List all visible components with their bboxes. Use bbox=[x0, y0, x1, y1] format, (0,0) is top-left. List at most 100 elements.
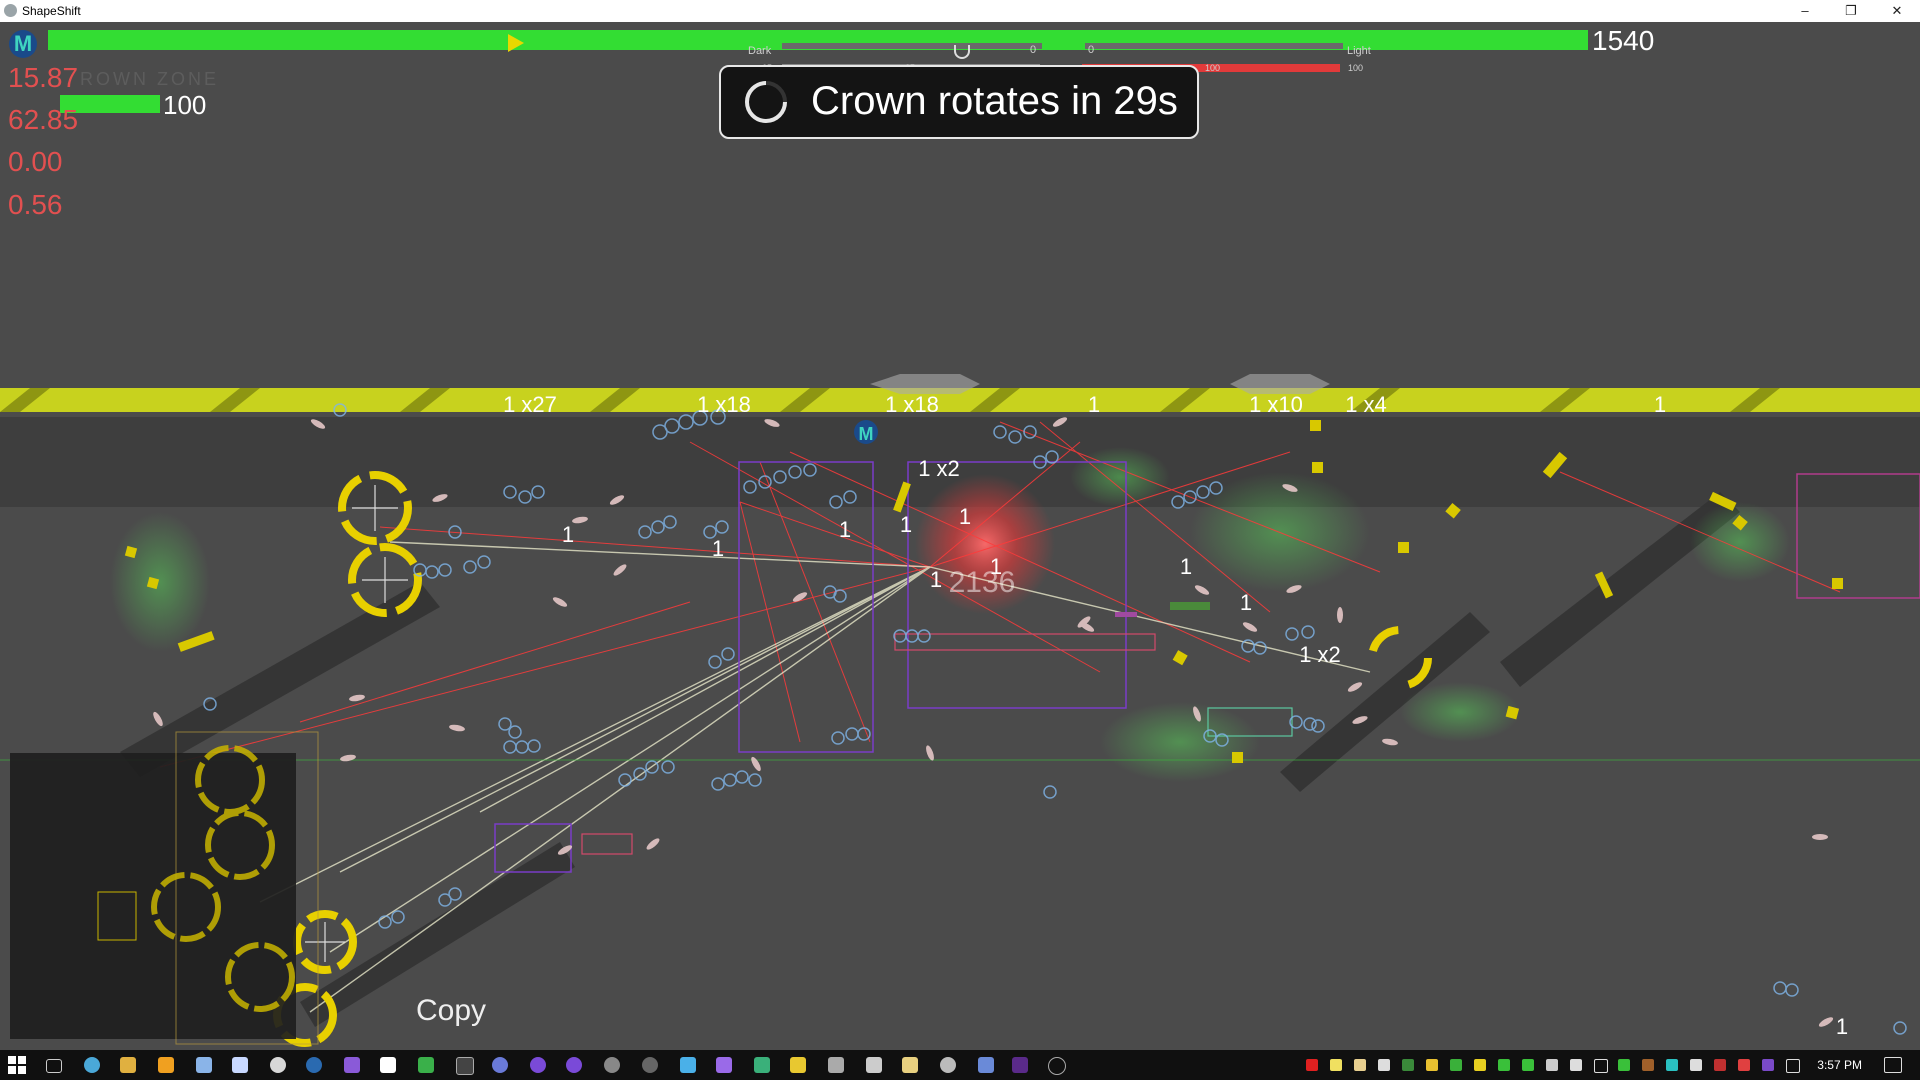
tray-icon-13[interactable] bbox=[1594, 1059, 1608, 1073]
stat-3: 0.00 bbox=[8, 146, 63, 177]
field-label: 1 bbox=[1240, 590, 1252, 615]
damage-number: 2136 bbox=[949, 566, 1016, 599]
rail-label-3: 1 x18 bbox=[885, 392, 939, 417]
tray-icon-3[interactable] bbox=[1354, 1059, 1366, 1071]
field-label: 1 bbox=[959, 504, 971, 529]
app-icon-20[interactable] bbox=[790, 1057, 806, 1073]
tray-icon-1[interactable] bbox=[1306, 1059, 1318, 1071]
stat-4: 0.56 bbox=[8, 189, 63, 220]
field-label: 1 bbox=[712, 536, 724, 561]
red-boxes bbox=[581, 633, 1156, 855]
app-icon-6[interactable] bbox=[270, 1057, 286, 1073]
app-icon-17[interactable] bbox=[680, 1057, 696, 1073]
app-icon-9[interactable] bbox=[380, 1057, 396, 1073]
tray-icon-16[interactable] bbox=[1666, 1059, 1678, 1071]
stat-1: 15.87 bbox=[8, 62, 79, 93]
app-icon-16[interactable] bbox=[642, 1057, 658, 1073]
tray-icon-18[interactable] bbox=[1714, 1059, 1726, 1071]
field-label: 1 bbox=[1180, 554, 1192, 579]
tray-icon-20[interactable] bbox=[1762, 1059, 1774, 1071]
sub-health-value: 100 bbox=[163, 90, 207, 120]
crown-timer-box: Crown rotates in 29s bbox=[719, 65, 1199, 139]
game-scene: 1 x27 1 x18 1 x18 1 1 x10 1 x4 1 1 x2 1 … bbox=[0, 374, 1920, 1047]
discord-icon[interactable] bbox=[492, 1057, 508, 1073]
windows-start-icon[interactable] bbox=[8, 1056, 26, 1074]
file-explorer-icon[interactable] bbox=[120, 1057, 136, 1073]
tray-icon-2[interactable] bbox=[1330, 1059, 1342, 1071]
zone-label-ghost: ROWN ZONE bbox=[80, 69, 219, 89]
app-icon bbox=[4, 4, 17, 17]
game-viewport[interactable]: 1 x27 1 x18 1 x18 1 1 x10 1 x4 1 1 x2 1 … bbox=[0, 22, 1920, 1050]
crown-timer-text: Crown rotates in 29s bbox=[811, 79, 1178, 123]
dark-label: Dark bbox=[748, 45, 772, 57]
app-icon-18[interactable] bbox=[716, 1057, 732, 1073]
copy-label: Copy bbox=[416, 994, 487, 1027]
app-icon-22[interactable] bbox=[866, 1057, 882, 1073]
app-icon-25[interactable] bbox=[978, 1057, 994, 1073]
app-icon-13[interactable] bbox=[530, 1057, 546, 1073]
volume-icon[interactable] bbox=[1690, 1059, 1702, 1071]
window-titlebar: ShapeShift – ❐ ✕ bbox=[0, 0, 1920, 23]
minimize-button[interactable]: – bbox=[1782, 0, 1828, 22]
task-view-icon[interactable] bbox=[46, 1059, 62, 1073]
field-label: 1 x2 bbox=[918, 456, 960, 481]
rail-label-2: 1 x18 bbox=[697, 392, 751, 417]
tray-icon-9[interactable] bbox=[1498, 1059, 1510, 1071]
rail-label-1: 1 x27 bbox=[503, 392, 557, 417]
rail-label-6: 1 x4 bbox=[1345, 392, 1387, 417]
shapeshift-taskbar-icon[interactable] bbox=[1048, 1057, 1066, 1075]
light-label: Light bbox=[1347, 45, 1371, 57]
tray-icon-19[interactable] bbox=[1738, 1059, 1750, 1071]
taskbar: 3:57 PM bbox=[0, 1050, 1920, 1080]
light-right-value: 100 bbox=[1348, 63, 1364, 73]
tray-icon-10[interactable] bbox=[1522, 1059, 1534, 1071]
tray-icon-6[interactable] bbox=[1426, 1059, 1438, 1071]
app-icon-19[interactable] bbox=[754, 1057, 770, 1073]
rail-highlight-2 bbox=[1230, 374, 1330, 394]
app-icon-24[interactable] bbox=[940, 1057, 956, 1073]
light-meter-track bbox=[1085, 43, 1343, 49]
player-badge-icon: M bbox=[9, 30, 37, 58]
player-avatar-letter: M bbox=[859, 424, 874, 444]
steam-icon[interactable] bbox=[306, 1057, 322, 1073]
app-icon-3[interactable] bbox=[158, 1057, 174, 1073]
field-label: 1 x2 bbox=[1299, 642, 1341, 667]
chrome-icon[interactable] bbox=[84, 1057, 100, 1073]
notification-icon[interactable] bbox=[1884, 1057, 1902, 1073]
terminal-icon[interactable] bbox=[456, 1057, 474, 1075]
spinner-icon bbox=[745, 81, 787, 123]
field-label: 1 bbox=[562, 522, 574, 547]
tray-icon-7[interactable] bbox=[1450, 1059, 1462, 1071]
restore-button[interactable]: ❐ bbox=[1828, 0, 1874, 22]
rail-label-4: 1 bbox=[1088, 392, 1100, 417]
rail-label-5: 1 x10 bbox=[1249, 392, 1303, 417]
dark-zero: 0 bbox=[1030, 44, 1037, 56]
light-bar-value: 100 bbox=[1205, 63, 1221, 73]
app-icon-23[interactable] bbox=[902, 1057, 918, 1073]
tray-icon-5[interactable] bbox=[1402, 1059, 1414, 1071]
field-label: 1 bbox=[930, 567, 942, 592]
dark-meter-track bbox=[782, 43, 1042, 49]
app-icon-4[interactable] bbox=[196, 1057, 212, 1073]
app-icon-15[interactable] bbox=[604, 1057, 620, 1073]
field-label: 1 bbox=[839, 517, 851, 542]
close-button[interactable]: ✕ bbox=[1874, 0, 1920, 22]
app-icon-5[interactable] bbox=[232, 1057, 248, 1073]
tray-icon-15[interactable] bbox=[1642, 1059, 1654, 1071]
app-icon-14[interactable] bbox=[566, 1057, 582, 1073]
light-zero: 0 bbox=[1088, 44, 1095, 56]
app-icon-10[interactable] bbox=[418, 1057, 434, 1073]
window-title: ShapeShift bbox=[22, 4, 81, 18]
health-value: 1540 bbox=[1592, 25, 1655, 56]
app-icon-26[interactable] bbox=[1012, 1057, 1028, 1073]
network-icon[interactable] bbox=[1786, 1059, 1800, 1073]
tray-icon-8[interactable] bbox=[1474, 1059, 1486, 1071]
tray-icon-4[interactable] bbox=[1378, 1059, 1390, 1071]
tray-icon-11[interactable] bbox=[1546, 1059, 1558, 1071]
rail-label-7: 1 bbox=[1654, 392, 1666, 417]
tray-icon-14[interactable] bbox=[1618, 1059, 1630, 1071]
visual-studio-icon[interactable] bbox=[344, 1057, 360, 1073]
app-icon-21[interactable] bbox=[828, 1057, 844, 1073]
taskbar-clock[interactable]: 3:57 PM bbox=[1817, 1058, 1862, 1072]
tray-icon-12[interactable] bbox=[1570, 1059, 1582, 1071]
